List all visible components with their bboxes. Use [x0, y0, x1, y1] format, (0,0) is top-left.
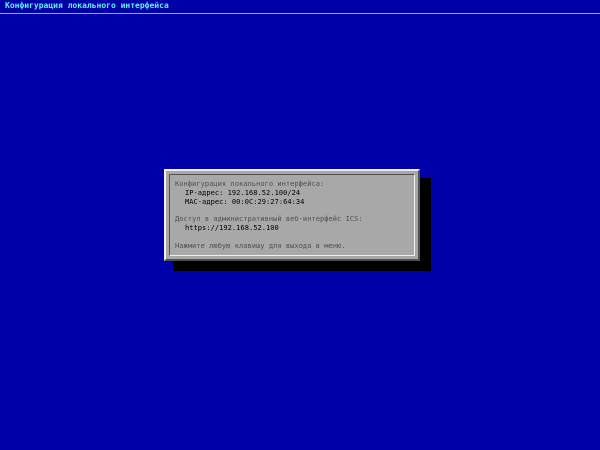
mac-address-label: MAC-адрес:	[185, 198, 228, 206]
ip-address-value: 192.168.52.100/24	[227, 189, 301, 197]
dialog-frame: Конфигурация локального интерфейса: IP-а…	[169, 174, 415, 256]
ip-address-label: IP-адрес:	[185, 189, 224, 197]
mac-address-row: MAC-адрес: 00:0C:29:27:64:34	[185, 198, 304, 207]
info-dialog: Конфигурация локального интерфейса: IP-а…	[164, 169, 420, 261]
interface-section-heading: Конфигурация локального интерфейса:	[175, 180, 325, 188]
screen-title: Конфигурация локального интерфейса	[5, 1, 169, 10]
mac-address-value: 00:0C:29:27:64:34	[231, 198, 305, 206]
title-divider	[0, 13, 600, 14]
press-any-key-hint: Нажмите любую клавишу для выхода в меню.	[175, 242, 346, 250]
console-screen: Конфигурация локального интерфейса Конфи…	[0, 0, 600, 450]
ip-address-row: IP-адрес: 192.168.52.100/24	[185, 189, 300, 198]
web-access-heading: Доступ в административный веб-интерфейс …	[175, 215, 363, 223]
web-interface-url: https://192.168.52.100	[185, 224, 279, 232]
